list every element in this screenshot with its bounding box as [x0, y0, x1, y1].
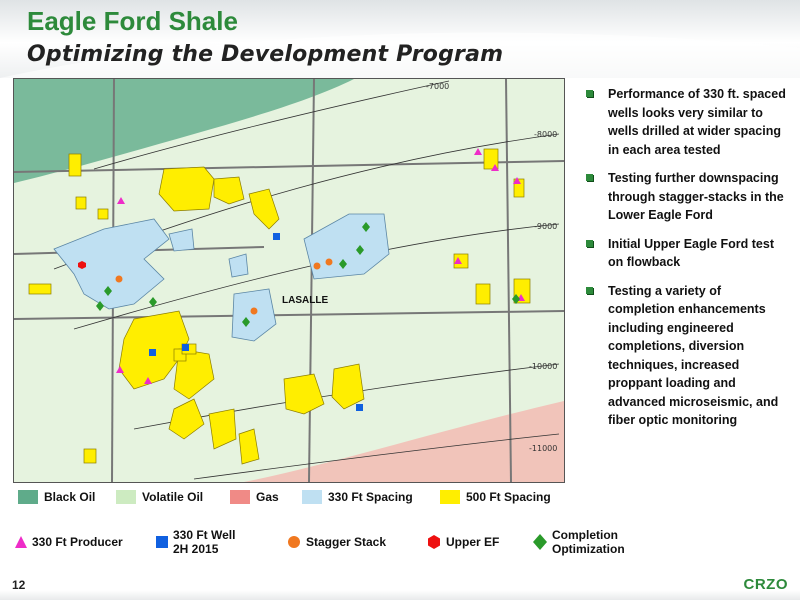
bullet-list: Performance of 330 ft. spaced wells look… — [582, 85, 790, 440]
bullet-text: Performance of 330 ft. spaced wells look… — [608, 87, 786, 157]
slide-title: Eagle Ford Shale — [27, 6, 238, 36]
bullet-text: Testing further downspacing through stag… — [608, 171, 784, 222]
acreage-map: -7000 -8000 -9000 -10000 -11000 LASALLE — [13, 78, 565, 483]
footer-bar — [0, 590, 800, 600]
town-label: LASALLE — [282, 295, 328, 306]
legend-upper-ef: Upper EF — [426, 525, 499, 559]
legend-330-spacing: 330 Ft Spacing — [302, 487, 413, 507]
bullet-item: Initial Upper Eagle Ford test on flowbac… — [582, 235, 790, 272]
bullet-text: Testing a variety of completion enhancem… — [608, 283, 779, 428]
bullet-square-icon — [586, 286, 593, 294]
slide-subtitle: Optimizing the Development Program — [27, 42, 504, 67]
bullet-item: Testing a variety of completion enhancem… — [582, 282, 790, 430]
black-oil-region — [14, 79, 354, 183]
slide-header: Eagle Ford Shale Optimizing the Developm… — [0, 0, 800, 78]
triangle-icon — [15, 536, 27, 548]
contour-label: -9000 — [534, 222, 557, 231]
legend-stagger-stack: Stagger Stack — [286, 525, 386, 559]
bullet-square-icon — [586, 239, 593, 247]
gas-region — [244, 401, 564, 482]
bullet-square-icon — [586, 90, 593, 97]
page-number: 12 — [12, 578, 26, 592]
bullet-item: Testing further downspacing through stag… — [582, 169, 790, 225]
volatile-oil-swatch — [116, 490, 136, 504]
hexagon-icon — [428, 535, 440, 549]
company-logo: CRZO — [743, 576, 788, 593]
bullet-item: Performance of 330 ft. spaced wells look… — [582, 85, 790, 159]
spacing-330-areas — [53, 213, 390, 342]
contour-label: -8000 — [534, 130, 557, 139]
contour-label: -11000 — [529, 444, 557, 453]
circle-icon — [288, 536, 300, 548]
contour-label: -7000 — [426, 82, 449, 91]
black-oil-swatch — [18, 490, 38, 504]
spacing-330-swatch — [302, 490, 322, 504]
symbol-legend: 330 Ft Producer 330 Ft Well 2H 2015 Stag… — [10, 525, 650, 559]
legend-330-well-2h: 330 Ft Well 2H 2015 — [155, 525, 235, 559]
legend-volatile-oil: Volatile Oil — [116, 487, 203, 507]
contour-label: -10000 — [529, 362, 557, 371]
map-canvas: -7000 -8000 -9000 -10000 -11000 LASALLE — [14, 79, 564, 482]
legend-330-producer: 330 Ft Producer — [14, 525, 123, 559]
diamond-icon — [533, 534, 547, 550]
bullet-text: Initial Upper Eagle Ford test on flowbac… — [608, 236, 774, 270]
gas-swatch — [230, 490, 250, 504]
area-legend: Black Oil Volatile Oil Gas 330 Ft Spacin… — [18, 487, 578, 509]
legend-gas: Gas — [230, 487, 279, 507]
spacing-500-swatch — [440, 490, 460, 504]
bullet-square-icon — [586, 174, 593, 181]
legend-500-spacing: 500 Ft Spacing — [440, 487, 551, 507]
square-icon — [156, 536, 168, 548]
legend-completion-optimization: Completion Optimization — [532, 525, 625, 559]
legend-black-oil: Black Oil — [18, 487, 95, 507]
